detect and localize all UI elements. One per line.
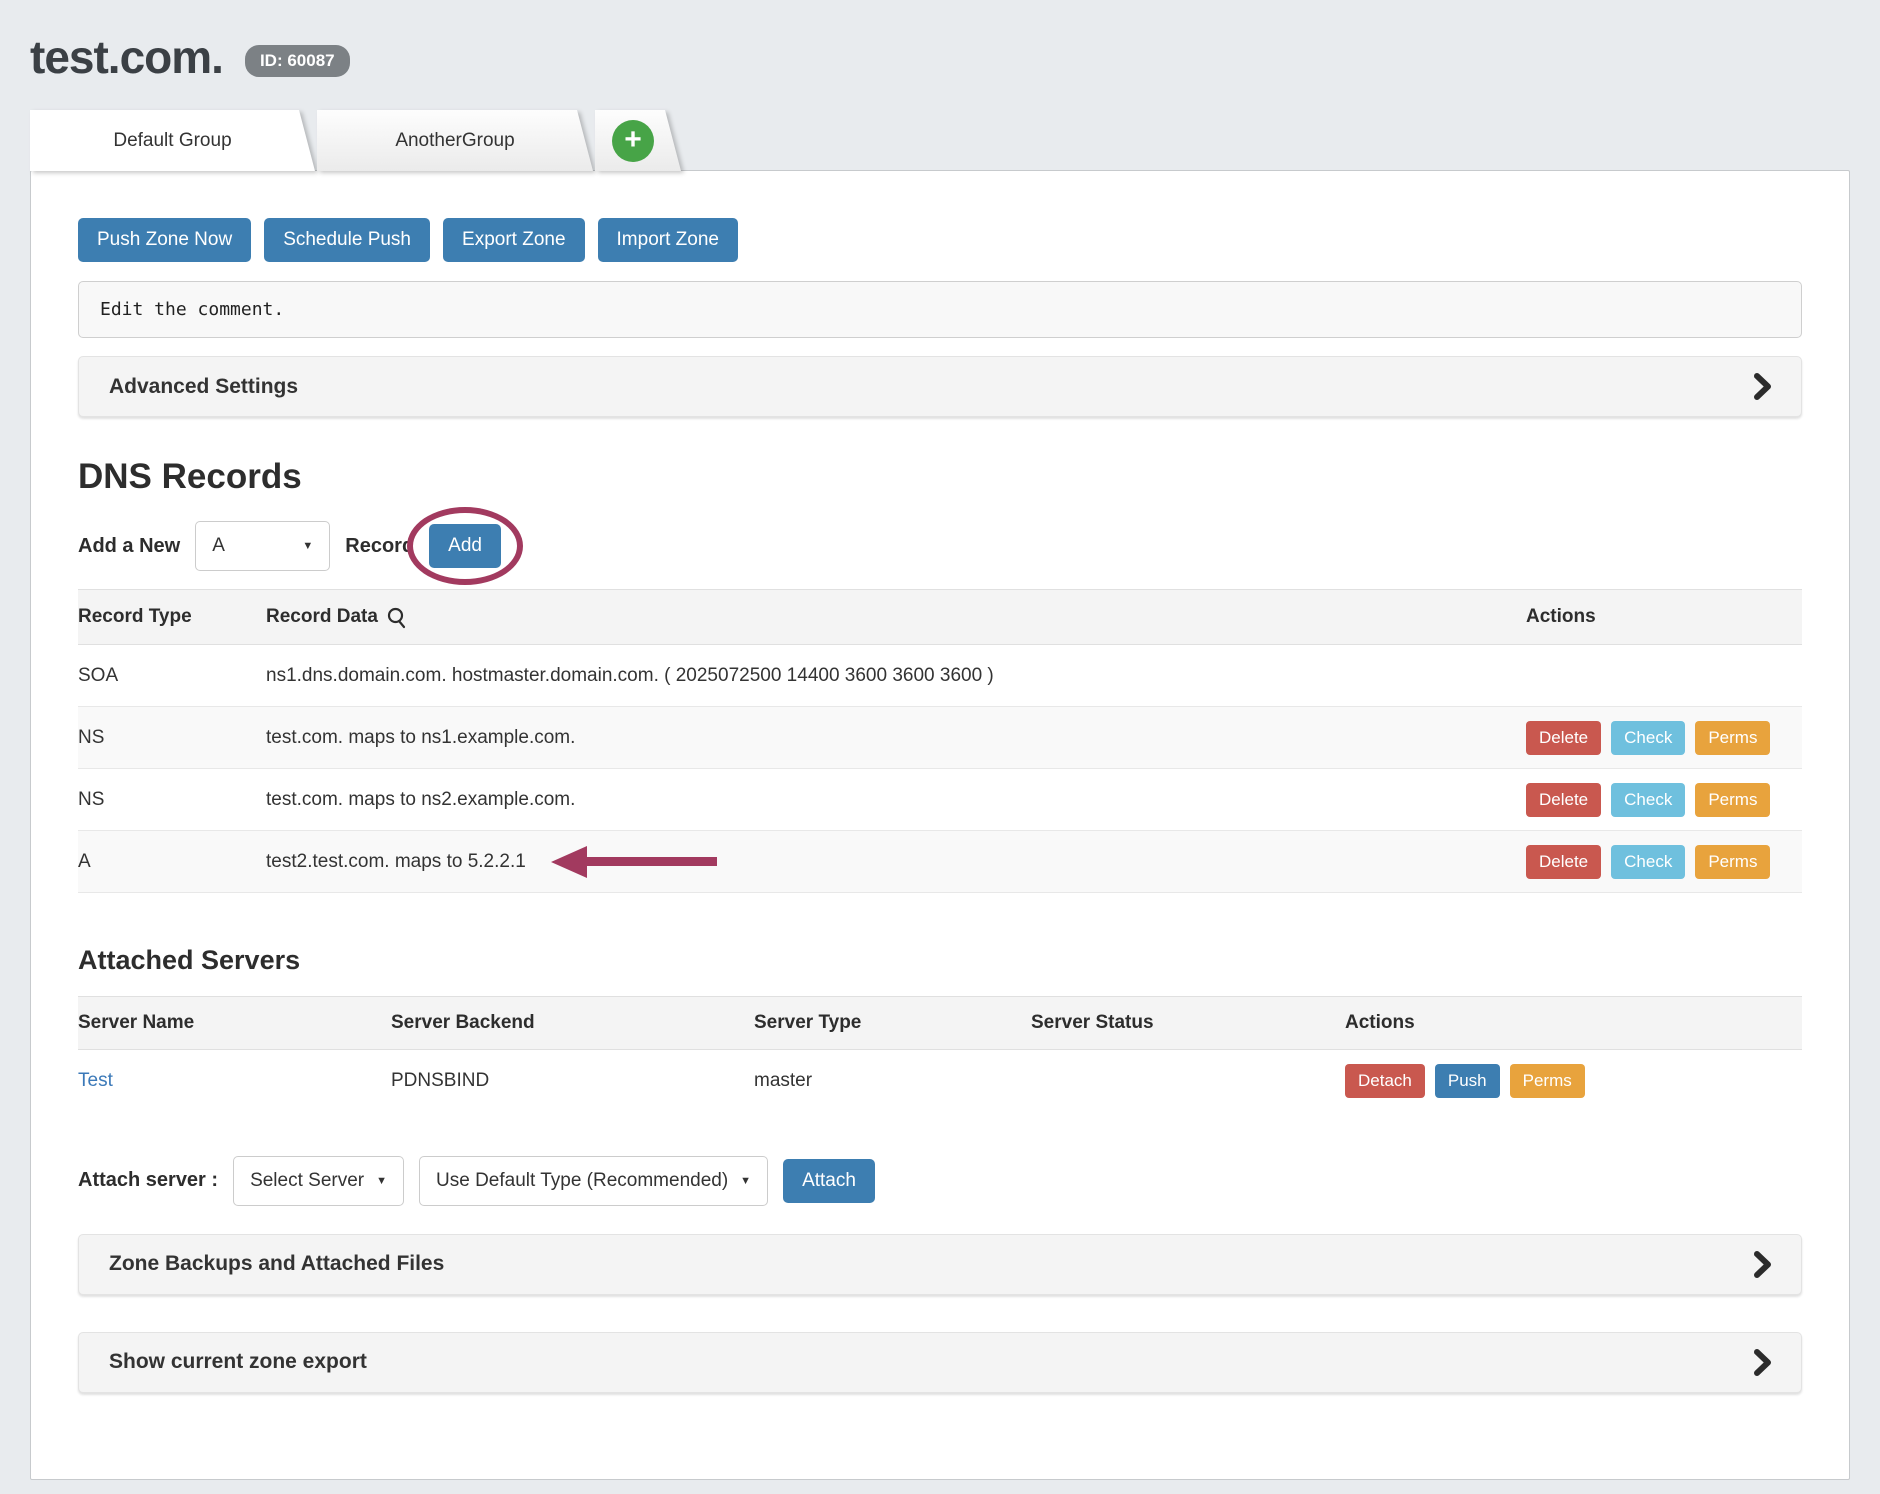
zone-backups-panel[interactable]: Zone Backups and Attached Files [78,1234,1802,1295]
push-zone-now-button[interactable]: Push Zone Now [78,218,251,262]
zone-id-badge: ID: 60087 [245,45,350,77]
zone-export-title: Show current zone export [109,1350,367,1374]
perms-record-button[interactable]: Perms [1695,721,1770,755]
dns-actions-header: Actions [1526,590,1802,645]
dns-records-table: Record Type Record Data Ac [78,589,1802,893]
attached-servers-heading: Attached Servers [78,945,1802,976]
schedule-push-button[interactable]: Schedule Push [264,218,430,262]
servers-table-header-row: Server Name Server Backend Server Type S… [78,997,1802,1050]
delete-record-button[interactable]: Delete [1526,783,1601,817]
zone-comment-box[interactable]: Edit the comment. [78,281,1802,338]
caret-down-icon: ▼ [740,1175,751,1187]
tab-add-group[interactable]: + [595,110,681,171]
select-server-dropdown[interactable]: Select Server ▼ [233,1156,404,1206]
export-zone-button[interactable]: Export Zone [443,218,585,262]
attached-servers-table: Server Name Server Backend Server Type S… [78,996,1802,1112]
group-tab-bar: Default Group AnotherGroup + [30,110,1850,171]
attach-server-label: Attach server : [78,1169,218,1192]
perms-record-button[interactable]: Perms [1695,845,1770,879]
zone-export-panel[interactable]: Show current zone export [78,1332,1802,1393]
delete-record-button[interactable]: Delete [1526,845,1601,879]
add-record-label-prefix: Add a New [78,535,180,558]
dns-record-row-soa: SOA ns1.dns.domain.com. hostmaster.domai… [78,645,1802,707]
push-server-button[interactable]: Push [1435,1064,1500,1098]
record-data-header: Record Data [266,606,378,628]
chevron-right-icon [1754,1251,1771,1278]
attach-server-row: Attach server : Select Server ▼ Use Defa… [78,1156,1802,1206]
record-type-select[interactable]: A ▼ [195,521,330,571]
record-type-header: Record Type [78,590,266,645]
arrow-shaft [587,857,717,866]
page-title: test.com. [30,30,223,84]
import-zone-button[interactable]: Import Zone [598,218,738,262]
record-data-cell: ns1.dns.domain.com. hostmaster.domain.co… [266,645,1526,707]
record-data-cell: test2.test.com. maps to 5.2.2.1 [266,851,526,872]
page: test.com. ID: 60087 Default Group Anothe… [0,0,1880,1480]
add-record-button[interactable]: Add [429,524,501,568]
caret-down-icon: ▼ [376,1175,387,1187]
search-icon[interactable] [386,607,408,629]
server-type-header: Server Type [754,997,1031,1050]
perms-server-button[interactable]: Perms [1510,1064,1585,1098]
tab-anothergroup-label: AnotherGroup [317,110,593,171]
dns-records-heading: DNS Records [78,457,1802,497]
arrow-head [551,846,587,878]
server-status-cell [1031,1050,1345,1112]
record-type-cell: A [78,831,266,893]
check-record-button[interactable]: Check [1611,783,1685,817]
record-data-cell: test.com. maps to ns1.example.com. [266,707,1526,769]
advanced-settings-panel[interactable]: Advanced Settings [78,356,1802,417]
server-name-header: Server Name [78,997,391,1050]
check-record-button[interactable]: Check [1611,845,1685,879]
dns-record-row-ns1: NS test.com. maps to ns1.example.com. De… [78,707,1802,769]
chevron-right-icon [1754,373,1771,400]
server-row: Test PDNSBIND master Detach Push Perms [78,1050,1802,1112]
zone-toolbar: Push Zone Now Schedule Push Export Zone … [78,218,1802,262]
record-type-selected-value: A [212,535,225,557]
record-type-cell: SOA [78,645,266,707]
record-type-cell: NS [78,769,266,831]
dns-record-row-ns2: NS test.com. maps to ns2.example.com. De… [78,769,1802,831]
zone-backups-title: Zone Backups and Attached Files [109,1252,444,1276]
dns-record-row-a: A test2.test.com. maps to 5.2.2.1 Delete… [78,831,1802,893]
tab-default-group-label: Default Group [30,110,315,171]
server-type-cell: master [754,1050,1031,1112]
add-record-label-suffix: Record [345,535,414,558]
dns-table-header-row: Record Type Record Data Ac [78,590,1802,645]
server-actions-header: Actions [1345,997,1802,1050]
server-name-link[interactable]: Test [78,1070,113,1091]
perms-record-button[interactable]: Perms [1695,783,1770,817]
select-server-value: Select Server [250,1170,364,1192]
add-record-row: Add a New A ▼ Record Add [78,521,1802,571]
zone-panel: Push Zone Now Schedule Push Export Zone … [30,170,1850,1480]
server-status-header: Server Status [1031,997,1345,1050]
advanced-settings-title: Advanced Settings [109,375,298,399]
chevron-right-icon [1754,1349,1771,1376]
delete-record-button[interactable]: Delete [1526,721,1601,755]
page-header: test.com. ID: 60087 [30,30,1850,84]
record-data-cell: test.com. maps to ns2.example.com. [266,769,1526,831]
add-group-icon: + [612,120,654,162]
server-backend-header: Server Backend [391,997,754,1050]
tab-default-group[interactable]: Default Group [30,110,315,171]
server-type-dropdown[interactable]: Use Default Type (Recommended) ▼ [419,1156,768,1206]
record-type-cell: NS [78,707,266,769]
check-record-button[interactable]: Check [1611,721,1685,755]
server-type-value: Use Default Type (Recommended) [436,1170,728,1192]
arrow-annotation [551,846,717,878]
attach-button[interactable]: Attach [783,1159,875,1203]
caret-down-icon: ▼ [302,540,313,552]
tab-anothergroup[interactable]: AnotherGroup [317,110,593,171]
server-backend-cell: PDNSBIND [391,1050,754,1112]
detach-server-button[interactable]: Detach [1345,1064,1425,1098]
